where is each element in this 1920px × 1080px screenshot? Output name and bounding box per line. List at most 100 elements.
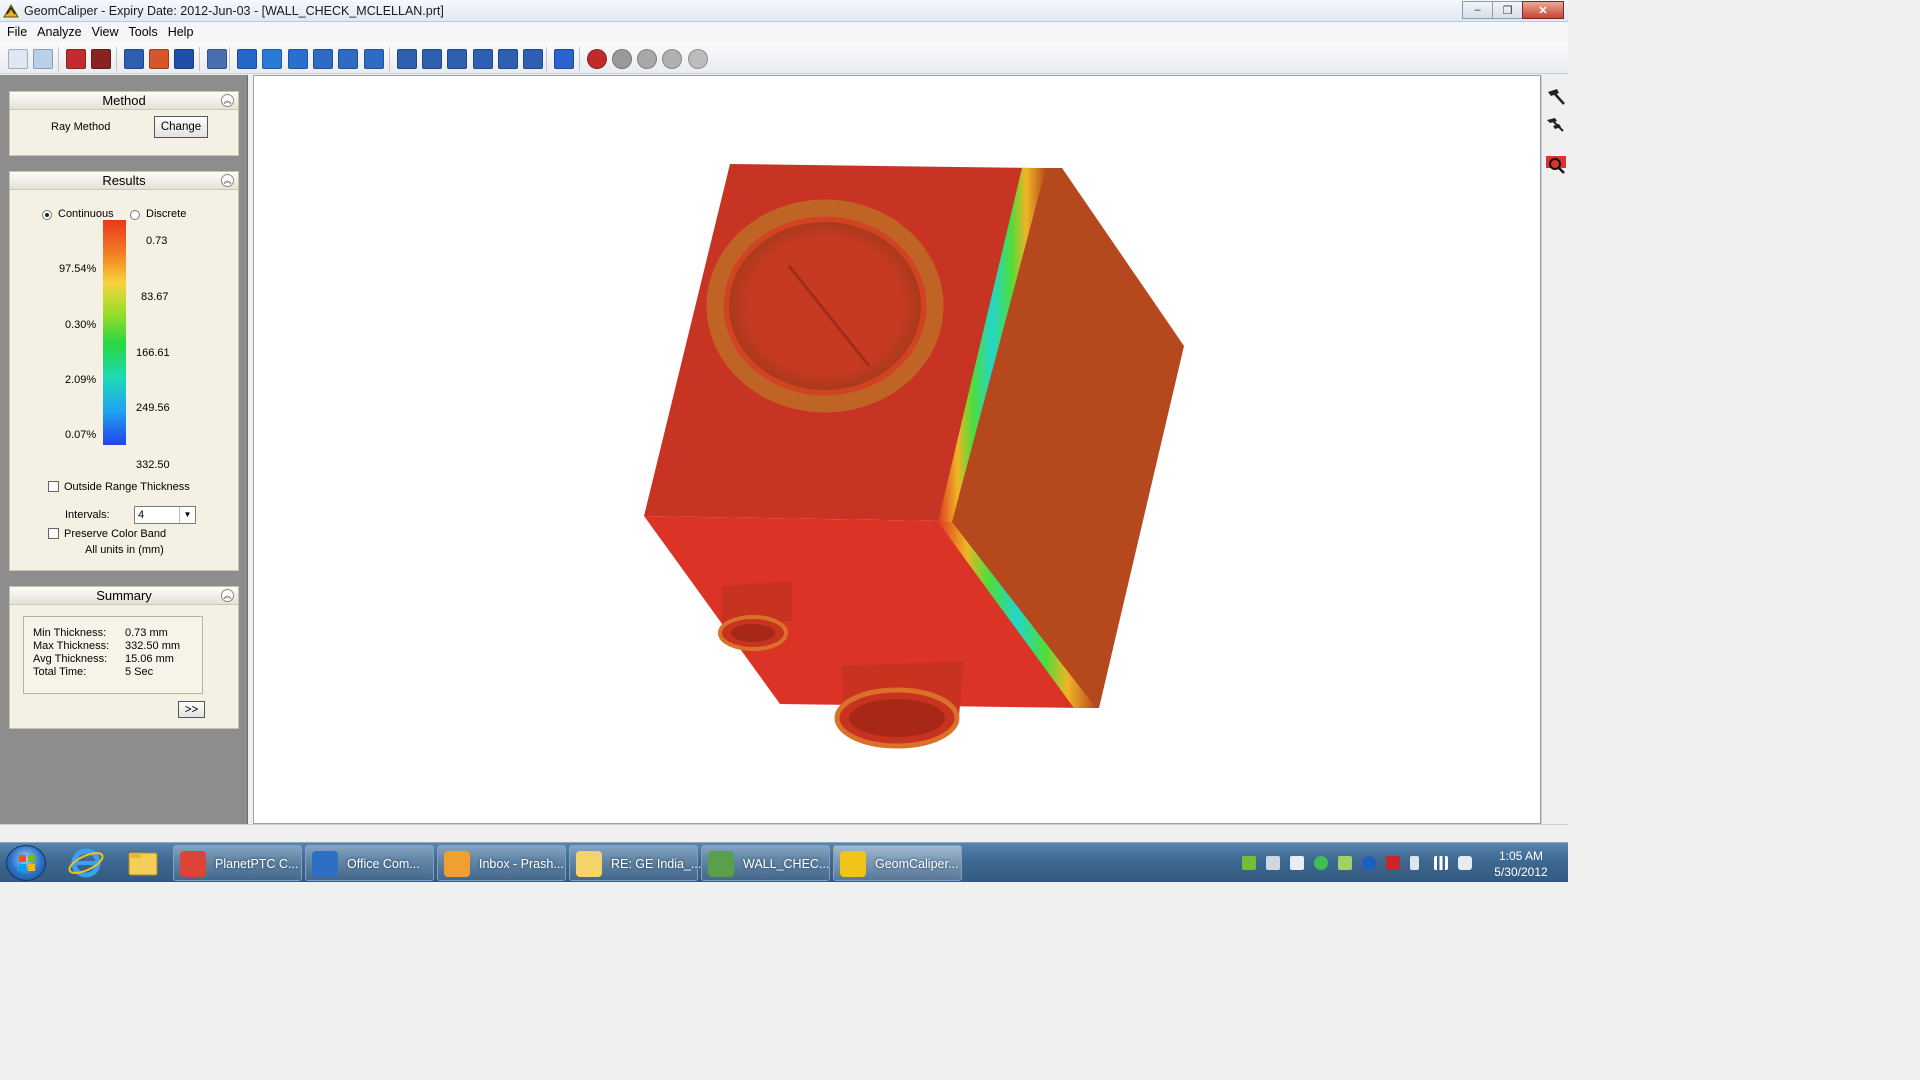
taskbar-button-label: Inbox - Prash... — [479, 857, 564, 871]
legend-percent: 0.30% — [65, 319, 97, 331]
continuous-radio[interactable] — [42, 210, 52, 220]
toolbar-separator — [116, 47, 117, 71]
hatch-icon[interactable] — [149, 49, 169, 69]
menu-file[interactable]: File — [2, 25, 32, 39]
zoom-icon[interactable] — [364, 49, 384, 69]
mail-icon — [576, 851, 602, 877]
legend-percent: 97.54% — [59, 263, 97, 275]
window-icon — [708, 851, 734, 877]
view-bottom-icon[interactable] — [473, 49, 493, 69]
view-back-icon[interactable] — [422, 49, 442, 69]
minimize-button[interactable]: ‒ — [1462, 1, 1493, 19]
zoom-window-icon[interactable] — [338, 49, 358, 69]
sync-icon[interactable] — [1314, 856, 1328, 870]
intervals-value: 4 — [138, 509, 145, 521]
intervals-label: Intervals: — [65, 509, 110, 521]
outside-range-checkbox[interactable] — [48, 481, 59, 492]
taskbar-button-label: WALL_CHEC... — [743, 857, 830, 871]
connection-icon[interactable] — [1338, 856, 1352, 870]
render-shaded-icon[interactable] — [587, 49, 607, 69]
toolbar-separator — [389, 47, 390, 71]
volume-icon[interactable] — [1458, 856, 1472, 870]
chrome-icon — [180, 851, 206, 877]
hammer-icon[interactable] — [1545, 86, 1567, 108]
toolbar-separator — [579, 47, 580, 71]
file-explorer-icon[interactable] — [117, 845, 169, 881]
internet-explorer-icon[interactable] — [60, 845, 112, 881]
clock-date: 5/30/2012 — [1494, 865, 1548, 879]
view-front-icon[interactable] — [397, 49, 417, 69]
new-document-icon[interactable] — [8, 49, 28, 69]
summary-value: 332.50 mm — [125, 640, 181, 652]
start-button[interactable] — [6, 845, 46, 881]
render-wire-icon[interactable] — [612, 49, 632, 69]
inspect-icon[interactable] — [1545, 154, 1567, 176]
taskbar-button[interactable]: PlanetPTC C... — [173, 845, 302, 881]
network-icon[interactable] — [1242, 856, 1256, 870]
render-hidden-icon[interactable] — [637, 49, 657, 69]
continuous-label: Continuous — [58, 208, 114, 220]
rotate-icon[interactable] — [262, 49, 282, 69]
office-communicator-icon — [312, 851, 338, 877]
print-icon[interactable] — [33, 49, 53, 69]
model-icon[interactable] — [207, 49, 227, 69]
method-panel-header: Method ︽ — [10, 92, 238, 110]
taskbar-button[interactable]: GeomCaliper... — [833, 845, 962, 881]
discrete-label: Discrete — [146, 208, 187, 220]
taskbar-button[interactable]: WALL_CHEC... — [701, 845, 830, 881]
collapse-icon[interactable]: ︽ — [221, 94, 234, 107]
status-bar — [0, 824, 1568, 842]
change-button[interactable]: Change — [154, 116, 208, 138]
flag-icon[interactable] — [1290, 856, 1304, 870]
menu-analyze[interactable]: Analyze — [32, 25, 86, 39]
view-iso-icon[interactable] — [554, 49, 574, 69]
menu-help[interactable]: Help — [163, 25, 199, 39]
geomcaliper-icon — [840, 851, 866, 877]
summary-box: Min Thickness: 0.73 mm Max Thickness: 33… — [23, 616, 203, 694]
collapse-icon[interactable]: ︽ — [221, 589, 234, 602]
close-button[interactable]: ✕ — [1522, 1, 1564, 19]
taskbar-button[interactable]: RE: GE India_... — [569, 845, 702, 881]
geomcaliper-app-icon[interactable] — [3, 3, 19, 19]
render-transparent-icon[interactable] — [688, 49, 708, 69]
pan-icon[interactable] — [288, 49, 308, 69]
antivirus-shield-icon[interactable] — [1386, 856, 1400, 870]
collapse-icon[interactable]: ︽ — [221, 174, 234, 187]
more-button[interactable]: >> — [178, 701, 205, 718]
taskbar-button-label: RE: GE India_... — [611, 857, 702, 871]
summary-panel: Summary ︽ Min Thickness: 0.73 mm Max Thi… — [9, 586, 239, 729]
preserve-band-checkbox[interactable] — [48, 528, 59, 539]
thickness-icon[interactable] — [174, 49, 194, 69]
compute-icon[interactable] — [66, 49, 86, 69]
section-icon[interactable] — [124, 49, 144, 69]
method-panel: Method ︽ Ray Method Change — [9, 91, 239, 156]
summary-panel-header: Summary ︽ — [10, 587, 238, 605]
taskbar-button[interactable]: Inbox - Prash... — [437, 845, 566, 881]
view-left-icon[interactable] — [498, 49, 518, 69]
outlook-icon — [444, 851, 470, 877]
render-edges-icon[interactable] — [662, 49, 682, 69]
restore-button[interactable]: ❐ — [1492, 1, 1523, 19]
legend-value: 332.50 — [136, 459, 170, 471]
discrete-radio[interactable] — [130, 210, 140, 220]
battery-icon[interactable] — [1410, 856, 1419, 870]
double-hammer-icon[interactable] — [1545, 115, 1567, 137]
toolbar-separator — [58, 47, 59, 71]
bluetooth-icon[interactable] — [1362, 856, 1376, 870]
menu-view[interactable]: View — [87, 25, 124, 39]
taskbar-button[interactable]: Office Com... — [305, 845, 434, 881]
chevron-down-icon[interactable]: ▼ — [179, 507, 195, 523]
menu-tools[interactable]: Tools — [124, 25, 163, 39]
clock[interactable]: 1:05 AM 5/30/2012 — [1486, 848, 1556, 880]
thickness-model-render[interactable] — [254, 76, 1542, 825]
signal-icon[interactable] — [1434, 856, 1448, 870]
printer-icon[interactable] — [1266, 856, 1280, 870]
intervals-select[interactable]: 4 ▼ — [134, 506, 196, 524]
model-viewport[interactable] — [253, 75, 1541, 824]
zoom-fit-icon[interactable] — [313, 49, 333, 69]
view-right-icon[interactable] — [523, 49, 543, 69]
view-top-icon[interactable] — [447, 49, 467, 69]
report-icon[interactable] — [91, 49, 111, 69]
select-arrow-icon[interactable] — [237, 49, 257, 69]
legend-percent: 0.07% — [65, 429, 97, 441]
